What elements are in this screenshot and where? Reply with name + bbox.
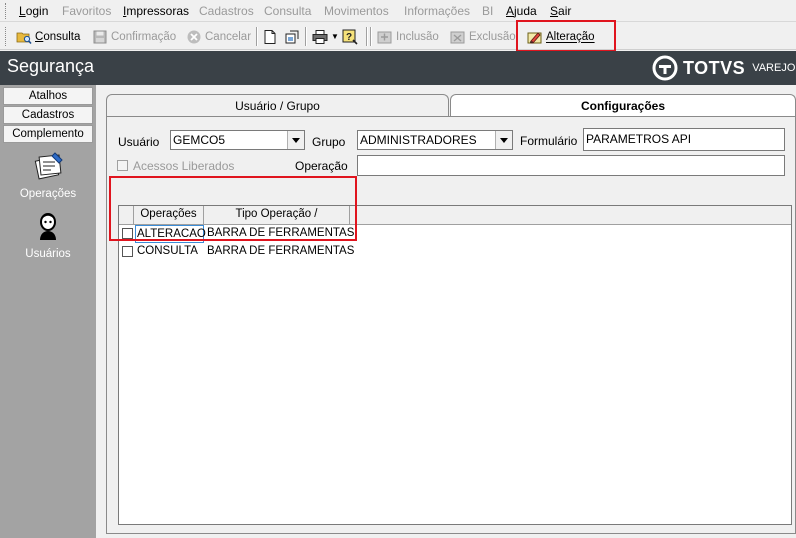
menu-movimentos[interactable]: Movimentos <box>324 4 389 18</box>
consulta-button[interactable]: Consulta <box>16 26 80 47</box>
sidebar-item-label: Usuários <box>25 248 71 260</box>
sidebar-item-usuarios[interactable]: Usuários <box>10 211 86 260</box>
grupo-value: ADMINISTRADORES <box>360 133 477 147</box>
print-button[interactable]: ▼ <box>312 26 339 47</box>
cancelar-label: Cancelar <box>205 30 252 43</box>
tab-usuario-grupo[interactable]: Usuário / Grupo <box>106 94 449 117</box>
menu-mnemonic: A <box>506 4 515 18</box>
tab-atalhos[interactable]: Atalhos <box>3 87 93 105</box>
toolbar-separator <box>256 27 258 46</box>
user-icon <box>40 213 56 240</box>
grupo-label: Grupo <box>312 135 346 149</box>
toolbar-mnemonic: C <box>35 30 44 43</box>
menu-mnemonic: I <box>123 4 127 18</box>
cell-tipo-operacao[interactable]: BARRA DE FERRAMENTAS <box>206 243 354 261</box>
menu-mnemonic: S <box>550 4 559 18</box>
grid-header: Operações Tipo Operação / <box>119 206 791 225</box>
configuracoes-content: Usuário GEMCO5 Grupo ADMINISTRADORES For… <box>106 116 796 534</box>
toolbar-grip <box>5 27 8 46</box>
operations-icon <box>34 152 63 180</box>
left-panel: Atalhos Cadastros Complemento Operações … <box>0 85 96 538</box>
confirmacao-button[interactable]: Confirmação <box>92 26 176 47</box>
alteracao-label: Alteração <box>546 30 595 43</box>
menu-informacoes[interactable]: Informações <box>404 4 470 18</box>
grupo-select[interactable]: ADMINISTRADORES <box>357 130 513 150</box>
brand-name: TOTVS <box>683 57 746 78</box>
cell-operacao[interactable]: CONSULTA <box>135 243 204 261</box>
consulta-label: Consulta <box>35 30 81 43</box>
main-panel: Usuário / Grupo Configurações Usuário GE… <box>104 94 796 538</box>
menu-consulta[interactable]: Consulta <box>264 4 311 18</box>
confirmacao-label: Confirmação <box>111 30 177 43</box>
new-document-button[interactable] <box>262 26 278 47</box>
column-header-operacoes[interactable]: Operações <box>134 206 204 224</box>
module-header: Segurança TOTVS VAREJO <box>0 51 796 85</box>
sidebar-item-operacoes[interactable]: Operações <box>10 151 86 200</box>
menu-ajuda[interactable]: Ajuda <box>506 4 537 18</box>
inclusao-button[interactable]: Inclusão <box>377 26 439 47</box>
svg-text:?: ? <box>346 32 352 43</box>
exclusao-label: Exclusão <box>469 30 516 43</box>
chevron-down-icon: ▼ <box>331 32 339 41</box>
column-header-tipo-operacao[interactable]: Tipo Operação / <box>204 206 350 224</box>
help-search-button[interactable]: ? <box>342 26 358 47</box>
add-record-icon <box>377 31 392 43</box>
usuario-select[interactable]: GEMCO5 <box>170 130 305 150</box>
tab-complemento[interactable]: Complemento <box>3 125 93 143</box>
formulario-label: Formulário <box>520 134 578 148</box>
chevron-down-icon[interactable] <box>495 131 512 149</box>
formulario-field[interactable]: PARAMETROS API <box>583 128 785 151</box>
menu-login-rest: ogin <box>25 4 49 18</box>
brand-logo: TOTVS VAREJO <box>652 55 795 81</box>
menu-bi[interactable]: BI <box>482 4 493 18</box>
acessos-liberados-checkbox[interactable] <box>117 160 128 171</box>
toolbar: Consulta Confirmação Cancelar ▼ ? Inclus… <box>0 23 796 50</box>
menu-cadastros[interactable]: Cadastros <box>199 4 254 18</box>
chevron-down-icon[interactable] <box>287 131 304 149</box>
brand-subtitle: VAREJO <box>752 62 796 74</box>
table-row[interactable]: ALTERACAO BARRA DE FERRAMENTAS <box>119 225 354 243</box>
folder-search-icon <box>16 32 32 44</box>
usuario-label: Usuário <box>118 135 160 149</box>
menu-login[interactable]: Login <box>19 4 48 18</box>
usuario-value: GEMCO5 <box>173 133 226 147</box>
toolbar-separator <box>366 27 368 46</box>
row-checkbox[interactable] <box>122 228 133 239</box>
menu-sair[interactable]: Sair <box>550 4 571 18</box>
inclusao-label: Inclusão <box>396 30 439 43</box>
toolbar-separator <box>370 27 372 46</box>
tab-configuracoes[interactable]: Configurações <box>450 94 796 117</box>
save-icon <box>93 30 107 43</box>
acessos-liberados-label: Acessos Liberados <box>133 159 235 173</box>
cancelar-button[interactable]: Cancelar <box>186 26 251 47</box>
help-search-icon: ? <box>342 29 358 45</box>
menu-impressoras[interactable]: Impressoras <box>123 4 189 18</box>
sidebar-item-label: Operações <box>19 188 77 200</box>
operacao-label: Operação <box>295 159 348 173</box>
export-document-button[interactable] <box>284 26 300 47</box>
grid-header-selector <box>119 206 134 224</box>
cell-operacao[interactable]: ALTERACAO <box>135 225 206 243</box>
menu-grip <box>5 3 8 19</box>
cell-tipo-operacao[interactable]: BARRA DE FERRAMENTAS <box>206 225 354 243</box>
operations-grid[interactable]: Operações Tipo Operação / ALTERACAO BARR… <box>118 205 792 525</box>
toolbar-separator <box>305 27 307 46</box>
alteracao-button[interactable]: Alteração <box>527 26 595 47</box>
table-row[interactable]: CONSULTA BARRA DE FERRAMENTAS <box>119 243 354 261</box>
cancel-icon <box>187 30 201 43</box>
new-document-icon <box>264 29 276 44</box>
menu-favoritos[interactable]: Favoritos <box>62 4 111 18</box>
totvs-logo-icon <box>652 55 678 81</box>
menu-bar: Login Favoritos Impressoras Cadastros Co… <box>0 0 796 22</box>
delete-record-icon <box>450 31 465 43</box>
edit-record-icon <box>527 31 542 43</box>
row-checkbox[interactable] <box>122 246 133 257</box>
tab-cadastros[interactable]: Cadastros <box>3 106 93 124</box>
page-title: Segurança <box>7 56 95 76</box>
printer-icon <box>312 29 328 44</box>
document-export-icon <box>285 30 299 43</box>
exclusao-button[interactable]: Exclusão <box>450 26 516 47</box>
operacao-field[interactable] <box>357 155 785 176</box>
